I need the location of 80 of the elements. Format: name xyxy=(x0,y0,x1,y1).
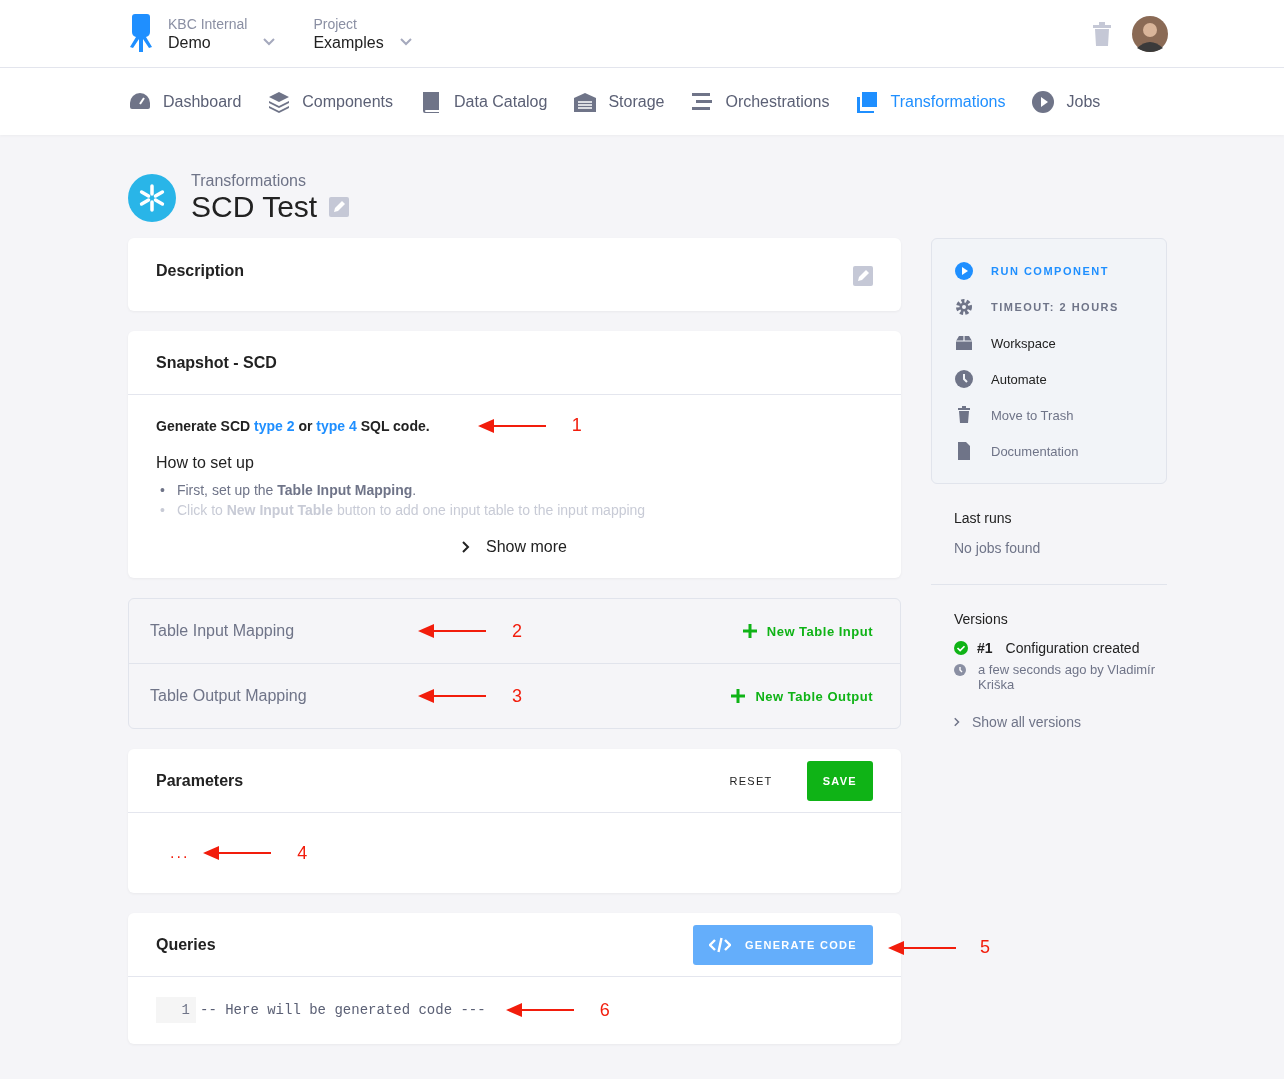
bullet-mark: • xyxy=(160,501,165,520)
action-link[interactable]: Automate xyxy=(955,361,1166,397)
nav-tab[interactable]: Jobs xyxy=(1031,89,1101,114)
page-title: SCD Test xyxy=(191,190,318,224)
generate-code-button[interactable]: GENERATE CODE xyxy=(692,924,873,965)
nav-tab[interactable]: Components xyxy=(267,89,393,114)
bullet-text: First, set up the Table Input Mapping. xyxy=(176,481,417,500)
octopus-logo[interactable] xyxy=(128,13,154,54)
plus-icon[interactable] xyxy=(742,624,757,638)
annotation-number: 3 xyxy=(512,685,522,707)
action-link[interactable]: Documentation xyxy=(955,433,1166,469)
document-icon[interactable] xyxy=(955,442,973,460)
check-circle-icon xyxy=(954,641,968,655)
nav-tab[interactable]: Storage xyxy=(573,89,665,114)
trash-icon[interactable] xyxy=(955,406,973,424)
intro-text: Generate SCD type 2 or type 4 SQL code. xyxy=(156,417,430,434)
action-link[interactable]: Workspace xyxy=(955,325,1166,361)
annotation-arrow xyxy=(888,940,956,955)
plus-icon[interactable] xyxy=(731,689,746,703)
mapping-title: Table Output Mapping xyxy=(150,687,308,705)
version-meta: a few seconds ago by Vladimír Kriška xyxy=(978,662,1157,692)
chevron-right-icon[interactable] xyxy=(462,541,471,553)
add-button[interactable]: New Table Output xyxy=(725,687,879,705)
version-number: #1 xyxy=(977,640,993,656)
card-title: Parameters xyxy=(156,771,244,790)
copy-icon[interactable] xyxy=(855,89,880,114)
nav-tab[interactable]: Transformations xyxy=(855,89,1006,114)
code-icon[interactable] xyxy=(708,936,731,953)
annotation-number: 1 xyxy=(571,415,582,436)
annotation-number: 4 xyxy=(297,842,308,864)
card-title: Snapshot - SCD xyxy=(156,353,277,372)
empty-state-text: No jobs found xyxy=(954,540,1042,556)
show-all-versions-link[interactable]: Show all versions xyxy=(954,714,1167,730)
code-line: -- Here will be generated code --- xyxy=(200,1002,486,1018)
type-link[interactable]: type 4 xyxy=(316,417,357,434)
card-title: Queries xyxy=(156,935,216,954)
layers-icon[interactable] xyxy=(267,89,292,114)
project-label: Project xyxy=(313,15,358,32)
action-link[interactable]: TIMEOUT: 2 HOURS xyxy=(955,289,1166,325)
section-heading: How to set up xyxy=(156,454,255,472)
play-icon[interactable] xyxy=(955,262,973,280)
line-number: 1 xyxy=(156,997,196,1023)
breadcrumb-link[interactable]: Transformations xyxy=(191,172,350,190)
project-name[interactable]: Examples xyxy=(313,33,384,52)
reset-button[interactable]: RESET xyxy=(723,773,779,788)
section-title: Versions xyxy=(954,611,1009,627)
annotation-number: 2 xyxy=(512,620,522,642)
type-link[interactable]: type 2 xyxy=(254,417,295,434)
annotation-arrow xyxy=(477,418,546,433)
gear-icon[interactable] xyxy=(955,298,973,316)
nav-tab[interactable]: Data Catalog xyxy=(419,89,548,114)
organization-name[interactable]: Demo xyxy=(168,33,248,52)
chevron-down-icon[interactable] xyxy=(399,37,412,46)
box-icon[interactable] xyxy=(955,334,973,352)
chevron-down-icon[interactable] xyxy=(263,37,276,46)
annotation-number: 5 xyxy=(980,937,990,958)
annotation-arrow xyxy=(418,689,486,703)
action-link[interactable]: Move to Trash xyxy=(955,397,1166,433)
add-button[interactable]: New Table Input xyxy=(736,622,879,640)
action-link[interactable]: RUN COMPONENT xyxy=(955,253,1166,289)
snowflake-logo xyxy=(128,174,176,222)
mapping-title: Table Input Mapping xyxy=(150,622,296,640)
version-description: Configuration created xyxy=(1005,640,1140,656)
clock-icon[interactable] xyxy=(955,370,973,388)
avatar[interactable] xyxy=(1132,15,1168,52)
play-icon[interactable] xyxy=(1031,89,1056,114)
nav-tab[interactable]: Orchestrations xyxy=(690,89,830,114)
nav-tab[interactable]: Dashboard xyxy=(128,89,242,114)
clock-icon xyxy=(954,664,966,676)
card-title: Description xyxy=(156,262,244,280)
annotation-arrow xyxy=(203,846,272,860)
show-more-button[interactable]: Show more xyxy=(454,534,575,560)
annotation-arrow xyxy=(505,1003,574,1017)
ellipsis-mark: ... xyxy=(170,844,190,862)
annotation-arrow xyxy=(418,624,486,638)
save-button[interactable]: SAVE xyxy=(806,760,873,801)
organization-label: KBC Internal xyxy=(168,15,248,32)
bullet-mark: • xyxy=(160,481,165,500)
section-title: Last runs xyxy=(954,510,1013,526)
annotation-number: 6 xyxy=(599,999,610,1021)
